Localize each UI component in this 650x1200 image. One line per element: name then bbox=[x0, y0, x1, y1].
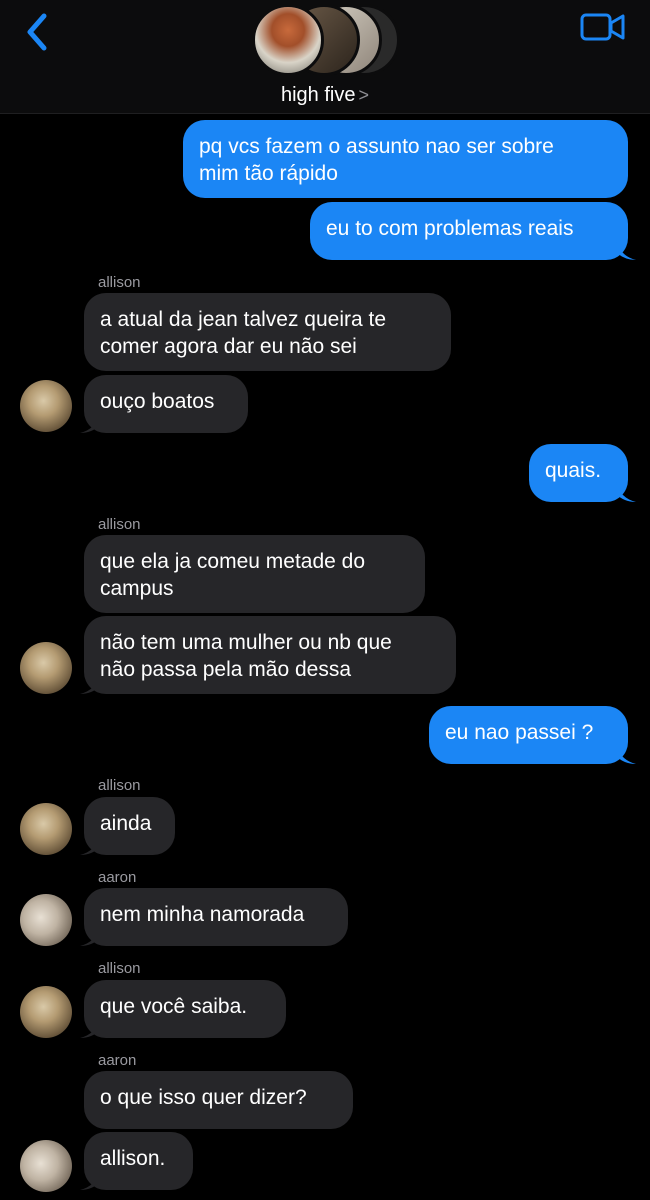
message-line: comer agora dar eu não sei bbox=[100, 335, 357, 358]
chevron-right-icon: > bbox=[358, 85, 369, 105]
message-text: ouço boatos bbox=[100, 390, 215, 413]
message-line: não tem uma mulher ou nb que bbox=[100, 631, 392, 654]
sender-name: aaron bbox=[98, 869, 137, 886]
incoming-message[interactable]: ouço boatos bbox=[84, 375, 248, 433]
message-text: quais. bbox=[545, 459, 602, 482]
bubble-tail bbox=[616, 240, 636, 260]
bubble-tail bbox=[80, 835, 100, 855]
incoming-message[interactable]: não tem uma mulher ou nb que não passa p… bbox=[84, 616, 456, 694]
message-line: a atual da jean talvez queira te bbox=[100, 308, 387, 331]
sender-name: aaron bbox=[98, 1052, 137, 1069]
sender-avatar[interactable] bbox=[20, 380, 72, 432]
sender-avatar[interactable] bbox=[20, 894, 72, 946]
message-text: nem minha namorada bbox=[100, 903, 305, 926]
sender-name: allison bbox=[98, 960, 141, 977]
group-avatar-stack[interactable] bbox=[252, 4, 402, 78]
sender-avatar[interactable] bbox=[20, 803, 72, 855]
message-text: eu to com problemas reais bbox=[326, 217, 574, 240]
chevron-left-icon bbox=[27, 13, 47, 51]
message-text: allison. bbox=[100, 1147, 166, 1170]
sender-name: allison bbox=[98, 516, 141, 533]
incoming-message[interactable]: que ela ja comeu metade do campus bbox=[84, 535, 425, 613]
bubble-tail bbox=[80, 926, 100, 946]
bubble-tail bbox=[616, 482, 636, 502]
bubble-tail bbox=[80, 413, 100, 433]
outgoing-message[interactable]: quais. bbox=[529, 444, 628, 502]
incoming-message[interactable]: o que isso quer dizer? bbox=[84, 1071, 353, 1129]
chat-header: high five > bbox=[0, 0, 650, 114]
message-text: o que isso quer dizer? bbox=[100, 1086, 307, 1109]
message-line: mim tão rápido bbox=[199, 162, 338, 185]
message-line: campus bbox=[100, 577, 174, 600]
message-text: que você saiba. bbox=[100, 995, 248, 1018]
incoming-message[interactable]: a atual da jean talvez queira te comer a… bbox=[84, 293, 451, 371]
video-call-button[interactable] bbox=[580, 12, 626, 42]
bubble-tail bbox=[80, 674, 100, 694]
bubble-tail bbox=[616, 744, 636, 764]
sender-avatar[interactable] bbox=[20, 642, 72, 694]
outgoing-message[interactable]: eu nao passei ? bbox=[429, 706, 628, 764]
sender-avatar[interactable] bbox=[20, 1140, 72, 1192]
back-button[interactable] bbox=[22, 12, 54, 52]
sender-name: allison bbox=[98, 274, 141, 291]
video-camera-icon bbox=[580, 13, 625, 41]
outgoing-message[interactable]: pq vcs fazem o assunto nao ser sobre mim… bbox=[183, 120, 628, 198]
bubble-tail bbox=[80, 1170, 100, 1190]
sender-avatar[interactable] bbox=[20, 986, 72, 1038]
message-line: não passa pela mão dessa bbox=[100, 658, 352, 681]
bubble-tail bbox=[80, 1018, 100, 1038]
incoming-message[interactable]: nem minha namorada bbox=[84, 888, 348, 946]
incoming-message[interactable]: que você saiba. bbox=[84, 980, 286, 1038]
message-line: pq vcs fazem o assunto nao ser sobre bbox=[199, 135, 554, 158]
group-title-text: high five bbox=[280, 84, 356, 106]
group-avatar-1 bbox=[252, 4, 324, 76]
message-line: que ela ja comeu metade do bbox=[100, 550, 366, 573]
incoming-message[interactable]: allison. bbox=[84, 1132, 193, 1190]
outgoing-message[interactable]: eu to com problemas reais bbox=[310, 202, 628, 260]
sender-name: allison bbox=[98, 777, 141, 794]
group-title[interactable]: high five > bbox=[0, 84, 650, 107]
message-text: ainda bbox=[100, 812, 152, 835]
message-text: eu nao passei ? bbox=[445, 721, 594, 744]
